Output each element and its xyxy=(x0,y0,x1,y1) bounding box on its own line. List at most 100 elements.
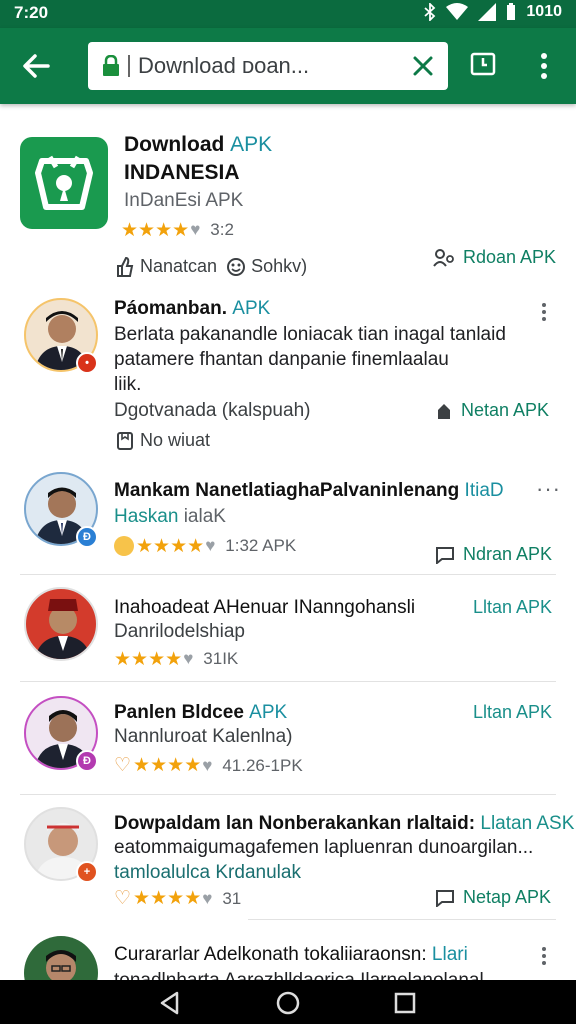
star-empty-icon: ♥ xyxy=(202,888,213,908)
lock-icon xyxy=(103,55,119,76)
more-vert-icon[interactable] xyxy=(540,946,548,966)
star-icon: ★ xyxy=(187,535,205,557)
featured-app-card[interactable]: Download APK INDANESIA InDanEsi APK ★ ★ ★ ★… xyxy=(0,104,576,284)
featured-rating: ★ ★ ★ ★ ♥ 3:2 xyxy=(121,219,234,241)
star-icon: ★ xyxy=(150,755,168,776)
star-icon: ★ xyxy=(138,219,156,241)
signal-icon xyxy=(478,3,497,21)
item-title[interactable]: Dowpaldam lan Nonberakankan rlaltaid: Ll… xyxy=(114,813,574,835)
star-icon: ★ xyxy=(136,535,154,557)
person-search-icon xyxy=(433,248,454,267)
item-rating: ★ ★ ★ ★ ♥ 31IK xyxy=(114,648,239,670)
star-empty-icon: ♥ xyxy=(205,536,216,555)
star-icon: ★ xyxy=(155,219,173,241)
item-rating: ★ ★ ★ ★ ♥ 1:32 APK xyxy=(114,536,296,556)
verified-badge: Đ xyxy=(76,526,98,548)
star-icon: ★ xyxy=(150,888,168,909)
item-title[interactable]: Panlen Bldcee APK xyxy=(114,702,287,724)
featured-title-line2[interactable]: INDANESIA xyxy=(124,161,240,185)
search-input[interactable]: Download ᴅᴏan... xyxy=(88,42,448,90)
more-horiz-icon[interactable]: ··· xyxy=(536,476,561,502)
list-item[interactable]: Curararlar Adelkonath tokaliiaraonsn: Ll… xyxy=(0,922,576,980)
verified-badge: • xyxy=(76,352,98,374)
item-rating: ♡ ★ ★ ★ ★ ♥ 31 xyxy=(114,888,242,909)
featured-download-button[interactable]: Rdoan APK xyxy=(433,247,556,268)
verified-badge: Đ xyxy=(76,750,98,772)
star-icon: ★ xyxy=(114,648,132,670)
star-icon: ★ xyxy=(170,535,188,557)
item-title[interactable]: Curararlar Adelkonath tokaliiaraonsn: Ll… xyxy=(114,944,468,966)
wifi-icon xyxy=(446,3,469,20)
verified-badge: + xyxy=(76,861,98,883)
star-icon: ★ xyxy=(184,888,202,909)
item-link[interactable]: Lltan APK xyxy=(473,702,552,723)
emoji-icon xyxy=(114,536,134,556)
nav-recents-icon[interactable] xyxy=(392,990,418,1016)
phone-icon xyxy=(438,403,450,419)
more-vert-icon[interactable] xyxy=(534,50,554,82)
star-icon: ★ xyxy=(184,755,202,776)
star-empty-icon: ♥ xyxy=(183,649,194,668)
chat-icon xyxy=(436,546,454,564)
bookmark-icon[interactable] xyxy=(470,52,496,78)
app-bar: Download ᴅᴏan... xyxy=(0,28,576,104)
back-arrow-icon[interactable] xyxy=(20,50,52,82)
document-icon xyxy=(117,431,133,450)
divider xyxy=(248,919,556,920)
list-item[interactable]: Đ Mankam NanetlatiaghaPalvaninlenang Iti… xyxy=(0,460,576,574)
results-list: Download APK INDANESIA InDanEsi APK ★ ★ ★ ★… xyxy=(0,104,576,980)
item-title[interactable]: Mankam NanetlatiaghaPalvaninlenang ItiaD xyxy=(114,480,504,502)
status-icons: 1010 xyxy=(424,3,562,21)
item-extra: No wiuat xyxy=(116,430,210,451)
shield-logo-icon xyxy=(35,155,93,210)
battery-level: 1010 xyxy=(526,3,562,20)
avatar xyxy=(24,936,98,980)
featured-meta: Nanatcan Sohkv) xyxy=(116,256,307,277)
featured-title[interactable]: Download APK xyxy=(124,133,272,157)
status-bar: 7:20 1010 xyxy=(0,0,576,28)
more-vert-icon[interactable] xyxy=(540,302,548,322)
star-icon: ★ xyxy=(153,535,171,557)
item-rating: ♡ ★ ★ ★ ★ ♥ 41.26-1PK xyxy=(114,755,303,776)
star-icon: ★ xyxy=(148,648,166,670)
heart-icon: ♡ xyxy=(114,755,132,776)
star-empty-icon: ♥ xyxy=(202,755,213,775)
list-item[interactable]: Inahoadeat AHenuar INanngohansli Lltan A… xyxy=(0,575,576,681)
list-item[interactable]: Đ Panlen Bldcee APK Lltan APK Nannluroat… xyxy=(0,682,576,794)
item-title[interactable]: Páomanban. APK xyxy=(114,298,270,320)
item-description: Berlata pakanandle loniacak tian inagal … xyxy=(114,324,506,395)
item-subtitle: Nannluroat Kalenlna) xyxy=(114,726,293,747)
item-link[interactable]: Lltan APK xyxy=(473,597,552,618)
star-half-icon: ♥ xyxy=(190,220,201,239)
item-subtitle: Danrilodelshiap xyxy=(114,621,245,642)
item-title[interactable]: Inahoadeat AHenuar INanngohansli xyxy=(114,597,415,619)
item-description: eatommaigumagafemen lapluenran dunoargil… xyxy=(114,837,534,883)
star-icon: ★ xyxy=(172,219,190,241)
featured-subtitle: InDanEsi APK xyxy=(124,190,244,211)
item-description: tonadlnharta Aarezhlldaorica Ilarnelanol… xyxy=(114,968,560,980)
face-icon xyxy=(227,257,246,276)
chat-icon xyxy=(436,889,454,907)
app-logo xyxy=(20,137,108,229)
nav-back-icon[interactable] xyxy=(157,990,183,1016)
download-button[interactable]: Ndran APK xyxy=(435,544,552,565)
system-nav-bar xyxy=(0,980,576,1024)
search-text[interactable]: Download ᴅᴏan... xyxy=(138,53,410,79)
star-icon: ★ xyxy=(133,888,151,909)
item-meta: Dgotvanada (kalspuah) xyxy=(114,400,311,421)
battery-icon xyxy=(507,3,516,20)
star-icon: ★ xyxy=(167,755,185,776)
close-icon[interactable] xyxy=(410,53,436,79)
download-button[interactable]: Netan APK xyxy=(435,400,549,421)
star-icon: ★ xyxy=(133,755,151,776)
list-item[interactable]: • Páomanban. APK Berlata pakanandle loni… xyxy=(0,284,576,460)
download-button[interactable]: Netap APK xyxy=(435,887,551,908)
nav-home-icon[interactable] xyxy=(275,990,301,1016)
star-icon: ★ xyxy=(131,648,149,670)
status-time: 7:20 xyxy=(14,3,49,22)
star-icon: ★ xyxy=(121,219,139,241)
list-item[interactable]: + Dowpaldam lan Nonberakankan rlaltaid: … xyxy=(0,795,576,921)
avatar xyxy=(24,587,98,661)
bluetooth-icon xyxy=(424,3,436,21)
search-cursor xyxy=(128,55,130,77)
